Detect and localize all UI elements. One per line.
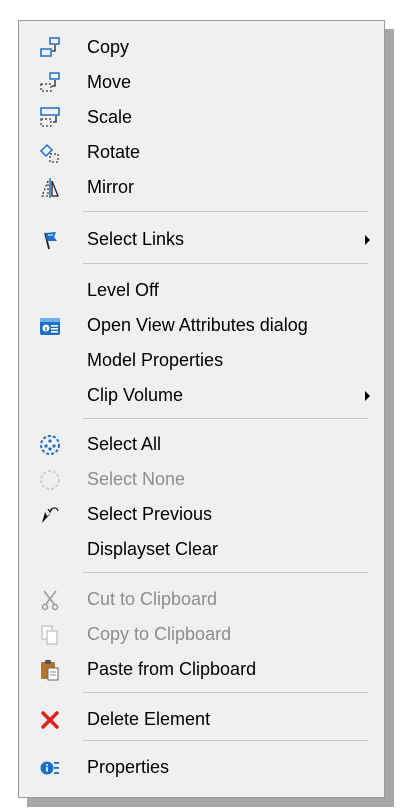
clipboard-copy-icon	[39, 624, 61, 646]
submenu-arrow-icon	[365, 391, 370, 401]
menu-item-mirror[interactable]: Mirror	[21, 169, 382, 203]
context-menu: Copy Move Scale Rotate Mirror Select Lin…	[18, 20, 385, 798]
menu-item-label: Delete Element	[87, 709, 211, 729]
menu-separator	[83, 418, 368, 419]
menu-item-select-links[interactable]: Select Links	[21, 221, 382, 255]
menu-item-open-view-attributes[interactable]: Open View Attributes dialog	[21, 307, 382, 341]
menu-item-label: Level Off	[87, 280, 159, 300]
clipboard-paste-icon	[39, 659, 61, 681]
mirror-element-icon	[39, 177, 61, 199]
select-previous-icon	[39, 504, 61, 526]
menu-item-label: Model Properties	[87, 350, 224, 370]
menu-item-label: Select All	[87, 434, 162, 454]
delete-x-icon	[39, 709, 61, 731]
select-all-icon	[39, 434, 61, 456]
select-links-flag-icon	[39, 229, 61, 251]
menu-item-label: Open View Attributes dialog	[87, 315, 308, 335]
copy-element-icon	[39, 37, 61, 59]
menu-item-label: Displayset Clear	[87, 539, 219, 559]
menu-item-label: Move	[87, 72, 132, 92]
submenu-arrow-icon	[365, 235, 370, 245]
menu-item-level-off[interactable]: Level Off	[21, 272, 382, 306]
menu-separator	[83, 692, 368, 693]
scissors-icon	[39, 589, 61, 611]
menu-item-label: Select Links	[87, 229, 185, 249]
menu-item-copy[interactable]: Copy	[21, 29, 382, 63]
menu-separator	[83, 211, 368, 212]
menu-item-select-none[interactable]: Select None	[21, 461, 382, 495]
menu-item-clip-volume[interactable]: Clip Volume	[21, 377, 382, 411]
menu-separator	[83, 572, 368, 573]
menu-item-label: Paste from Clipboard	[87, 659, 257, 679]
menu-item-select-all[interactable]: Select All	[21, 426, 382, 460]
menu-item-label: Copy to Clipboard	[87, 624, 232, 644]
menu-separator	[83, 740, 368, 741]
menu-item-label: Cut to Clipboard	[87, 589, 218, 609]
rotate-element-icon	[39, 142, 61, 164]
menu-item-label: Scale	[87, 107, 133, 127]
menu-item-delete-element[interactable]: Delete Element	[21, 701, 382, 735]
menu-item-properties[interactable]: Properties	[21, 749, 382, 783]
menu-item-label: Select Previous	[87, 504, 213, 524]
select-none-icon	[39, 469, 61, 491]
menu-item-move[interactable]: Move	[21, 64, 382, 98]
scale-element-icon	[39, 107, 61, 129]
menu-item-model-properties[interactable]: Model Properties	[21, 342, 382, 376]
menu-item-label: Mirror	[87, 177, 134, 197]
menu-item-paste-from-clipboard[interactable]: Paste from Clipboard	[21, 651, 382, 685]
menu-item-label: Copy	[87, 37, 130, 57]
menu-item-select-previous[interactable]: Select Previous	[21, 496, 382, 530]
menu-item-scale[interactable]: Scale	[21, 99, 382, 133]
menu-item-label: Rotate	[87, 142, 141, 162]
menu-item-displayset-clear[interactable]: Displayset Clear	[21, 531, 382, 565]
menu-separator	[83, 263, 368, 264]
menu-item-cut-to-clipboard[interactable]: Cut to Clipboard	[21, 581, 382, 615]
menu-item-copy-to-clipboard[interactable]: Copy to Clipboard	[21, 616, 382, 650]
menu-item-label: Clip Volume	[87, 385, 184, 405]
view-attributes-icon	[39, 315, 61, 337]
properties-info-icon	[39, 757, 61, 779]
menu-item-label: Properties	[87, 757, 170, 777]
menu-item-rotate[interactable]: Rotate	[21, 134, 382, 168]
move-element-icon	[39, 72, 61, 94]
menu-item-label: Select None	[87, 469, 186, 489]
